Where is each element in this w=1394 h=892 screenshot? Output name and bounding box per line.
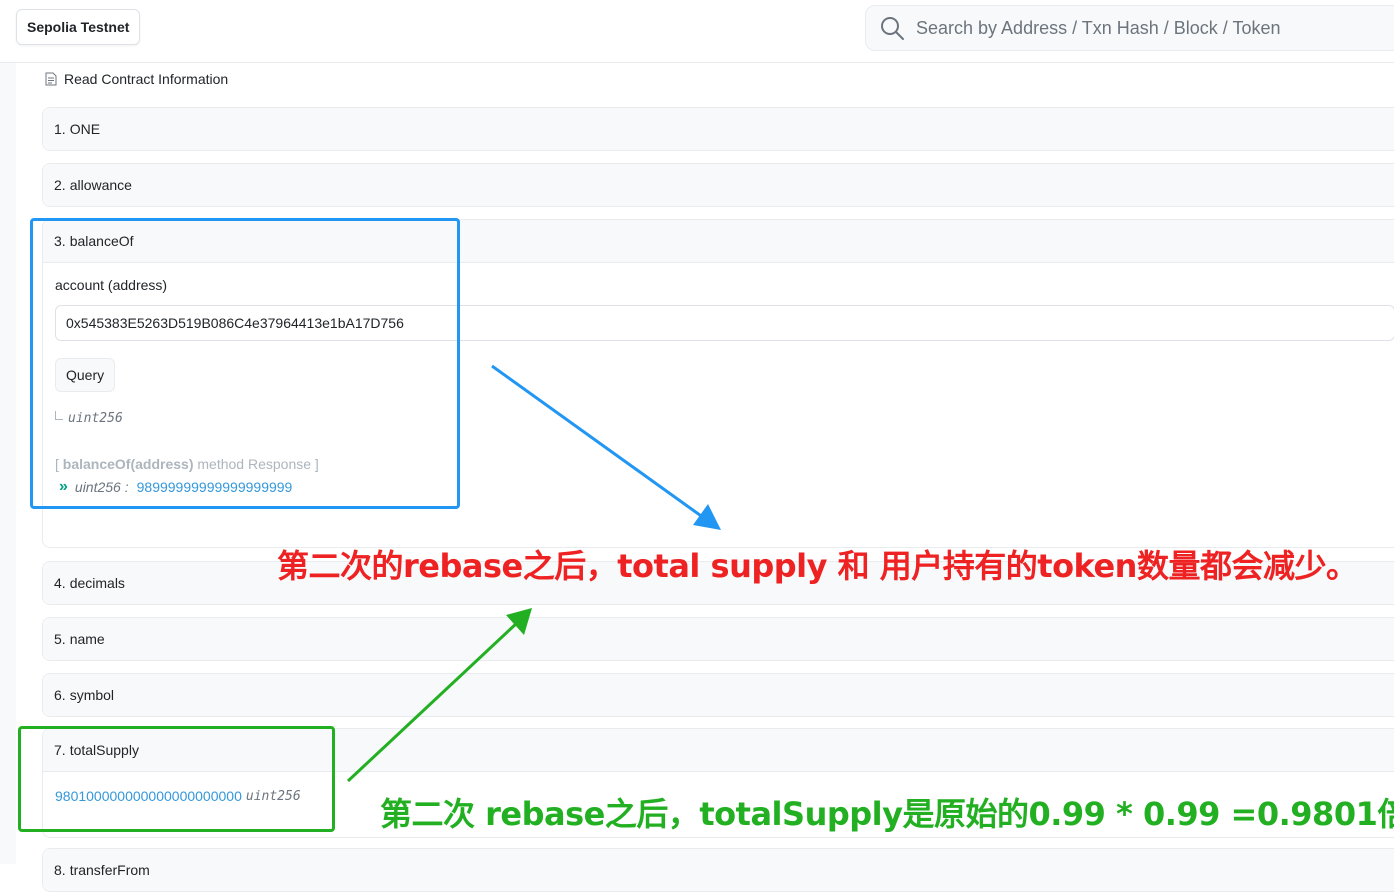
annotation-red-note: 第二次的rebase之后，total supply 和 用户持有的token数量… (277, 547, 1358, 585)
function-header[interactable]: 6. symbol (43, 674, 1394, 716)
function-header[interactable]: 2. allowance (43, 164, 1394, 206)
search-icon (881, 17, 904, 40)
annotation-blue-box (30, 218, 460, 509)
function-name: allowance (69, 177, 132, 193)
annotation-green-note: 第二次 rebase之后，totalSupply是原始的0.99 * 0.99 … (380, 795, 1394, 833)
function-name-item[interactable]: 5. name (42, 617, 1394, 661)
function-name: name (69, 631, 105, 647)
function-name: symbol (69, 687, 115, 703)
function-name: transferFrom (69, 862, 150, 878)
network-label: Sepolia Testnet (27, 19, 130, 35)
function-symbol[interactable]: 6. symbol (42, 673, 1394, 717)
function-name: ONE (69, 121, 101, 137)
function-one[interactable]: 1. ONE (42, 107, 1394, 151)
function-transferfrom[interactable]: 8. transferFrom (42, 848, 1394, 892)
function-header[interactable]: 8. transferFrom (43, 849, 1394, 891)
function-allowance[interactable]: 2. allowance (42, 163, 1394, 207)
search-bar[interactable] (865, 5, 1394, 51)
document-icon (45, 72, 57, 86)
search-input[interactable] (914, 16, 1388, 40)
read-contract-title-text: Read Contract Information (64, 71, 229, 87)
left-rail (0, 63, 16, 864)
function-header[interactable]: 1. ONE (43, 108, 1394, 150)
annotation-green-box (18, 726, 335, 832)
read-contract-title: Read Contract Information (45, 69, 228, 89)
network-selector-button[interactable]: Sepolia Testnet (16, 9, 141, 45)
top-bar: Sepolia Testnet (0, 0, 1394, 63)
function-header[interactable]: 5. name (43, 618, 1394, 660)
function-name: decimals (69, 575, 125, 591)
